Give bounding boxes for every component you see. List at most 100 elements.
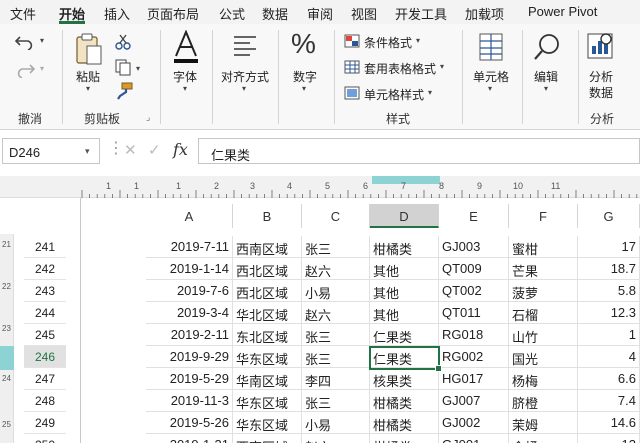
cell-f246[interactable]: 国光 (509, 346, 578, 368)
cell-e243[interactable]: QT002 (439, 280, 509, 302)
cell-d243[interactable]: 其他 (370, 280, 439, 302)
cell-e245[interactable]: RG018 (439, 324, 509, 346)
column-header-c[interactable]: C (302, 204, 370, 228)
menu-page-layout[interactable]: 页面布局 (147, 4, 199, 23)
cell-e248[interactable]: GJ007 (439, 390, 509, 412)
number-label[interactable]: 数字 (293, 68, 317, 85)
menu-insert[interactable]: 插入 (104, 4, 130, 23)
cell-g247[interactable]: 6.6 (578, 368, 640, 390)
undo-icon[interactable] (14, 32, 38, 50)
cell-a241[interactable]: 2019-7-11 (146, 236, 233, 258)
cell-d244[interactable]: 其他 (370, 302, 439, 324)
cell-g249[interactable]: 14.6 (578, 412, 640, 434)
copy-dropdown-icon[interactable]: ▾ (136, 64, 140, 73)
cell-c247[interactable]: 李四 (302, 368, 370, 390)
cell-a250[interactable]: 2019-1-31 (146, 434, 233, 443)
analyze-data-icon[interactable] (586, 30, 616, 62)
cell-d242[interactable]: 其他 (370, 258, 439, 280)
editing-dropdown-icon[interactable]: ▾ (544, 84, 548, 93)
more-options-icon[interactable]: ⋮ (108, 138, 124, 158)
row-header[interactable]: 242 (24, 258, 66, 280)
cell-b246[interactable]: 华东区域 (233, 346, 302, 368)
cell-d248[interactable]: 柑橘类 (370, 390, 439, 412)
cell-c249[interactable]: 小易 (302, 412, 370, 434)
percent-icon[interactable]: % (291, 28, 316, 60)
cell-g241[interactable]: 17 (578, 236, 640, 258)
cell-e241[interactable]: GJ003 (439, 236, 509, 258)
menu-review[interactable]: 审阅 (307, 4, 333, 23)
cell-f245[interactable]: 山竹 (509, 324, 578, 346)
menu-formulas[interactable]: 公式 (219, 4, 245, 23)
cell-f247[interactable]: 杨梅 (509, 368, 578, 390)
cell-a246[interactable]: 2019-9-29 (146, 346, 233, 368)
insert-function-icon[interactable]: fx (173, 140, 188, 159)
row-header[interactable]: 245 (24, 324, 66, 346)
cells-label[interactable]: 单元格 (473, 68, 509, 85)
cell-g248[interactable]: 7.4 (578, 390, 640, 412)
cut-icon[interactable] (114, 34, 132, 50)
row-header[interactable]: 248 (24, 390, 66, 412)
column-header-g[interactable]: G (578, 204, 640, 228)
cell-e242[interactable]: QT009 (439, 258, 509, 280)
column-header-f[interactable]: F (509, 204, 578, 228)
cell-f248[interactable]: 脐橙 (509, 390, 578, 412)
cell-c244[interactable]: 赵六 (302, 302, 370, 324)
formula-input[interactable]: 仁果类 (198, 138, 640, 164)
row-header[interactable]: 247 (24, 368, 66, 390)
cell-a248[interactable]: 2019-11-3 (146, 390, 233, 412)
menu-developer[interactable]: 开发工具 (395, 4, 447, 23)
cell-f241[interactable]: 蜜柑 (509, 236, 578, 258)
alignment-icon[interactable] (232, 34, 258, 58)
paste-label[interactable]: 粘贴 (76, 68, 100, 85)
row-header[interactable]: 244 (24, 302, 66, 324)
menu-view[interactable]: 视图 (351, 4, 377, 23)
cell-g243[interactable]: 5.8 (578, 280, 640, 302)
cell-e250[interactable]: GJ001 (439, 434, 509, 443)
paste-icon[interactable] (74, 32, 104, 66)
cell-g242[interactable]: 18.7 (578, 258, 640, 280)
cell-d245[interactable]: 仁果类 (370, 324, 439, 346)
cell-d246[interactable]: 仁果类 (370, 346, 439, 368)
cell-a245[interactable]: 2019-2-11 (146, 324, 233, 346)
cell-e247[interactable]: HG017 (439, 368, 509, 390)
row-header[interactable]: 250 (24, 434, 66, 443)
cell-b250[interactable]: 西南区域 (233, 434, 302, 443)
menu-file[interactable]: 文件 (10, 4, 36, 23)
cell-f242[interactable]: 芒果 (509, 258, 578, 280)
row-header[interactable]: 249 (24, 412, 66, 434)
column-header-b[interactable]: B (233, 204, 302, 228)
column-header-a[interactable]: A (146, 204, 233, 228)
analyze-label-line1[interactable]: 分析 (589, 68, 613, 85)
cell-c242[interactable]: 赵六 (302, 258, 370, 280)
font-dropdown-icon[interactable]: ▾ (183, 84, 187, 93)
undo-dropdown-icon[interactable]: ▾ (40, 36, 44, 45)
cell-b241[interactable]: 西南区域 (233, 236, 302, 258)
cell-c250[interactable]: 赵六 (302, 434, 370, 443)
check-icon[interactable]: ✓ (148, 141, 161, 159)
cell-d241[interactable]: 柑橘类 (370, 236, 439, 258)
cell-b243[interactable]: 西北区域 (233, 280, 302, 302)
alignment-label[interactable]: 对齐方式 (221, 68, 269, 85)
cell-a247[interactable]: 2019-5-29 (146, 368, 233, 390)
copy-icon[interactable] (114, 58, 132, 76)
font-icon[interactable] (172, 30, 200, 64)
cell-b249[interactable]: 华东区域 (233, 412, 302, 434)
row-header[interactable]: 241 (24, 236, 66, 258)
cell-e249[interactable]: GJ002 (439, 412, 509, 434)
cell-c248[interactable]: 张三 (302, 390, 370, 412)
analyze-label-line2[interactable]: 数据 (589, 84, 613, 101)
cell-g250[interactable]: 12 (578, 434, 640, 443)
row-header[interactable]: 246 (24, 346, 66, 368)
menu-addins[interactable]: 加载项 (465, 4, 504, 23)
cell-f244[interactable]: 石榴 (509, 302, 578, 324)
cell-g246[interactable]: 4 (578, 346, 640, 368)
cell-a244[interactable]: 2019-3-4 (146, 302, 233, 324)
cell-c246[interactable]: 张三 (302, 346, 370, 368)
font-label[interactable]: 字体 (173, 68, 197, 85)
column-header-d[interactable]: D (370, 204, 439, 228)
cell-b245[interactable]: 东北区域 (233, 324, 302, 346)
menu-data[interactable]: 数据 (262, 4, 288, 23)
cells-dropdown-icon[interactable]: ▾ (488, 84, 492, 93)
cell-d249[interactable]: 柑橘类 (370, 412, 439, 434)
cell-c241[interactable]: 张三 (302, 236, 370, 258)
